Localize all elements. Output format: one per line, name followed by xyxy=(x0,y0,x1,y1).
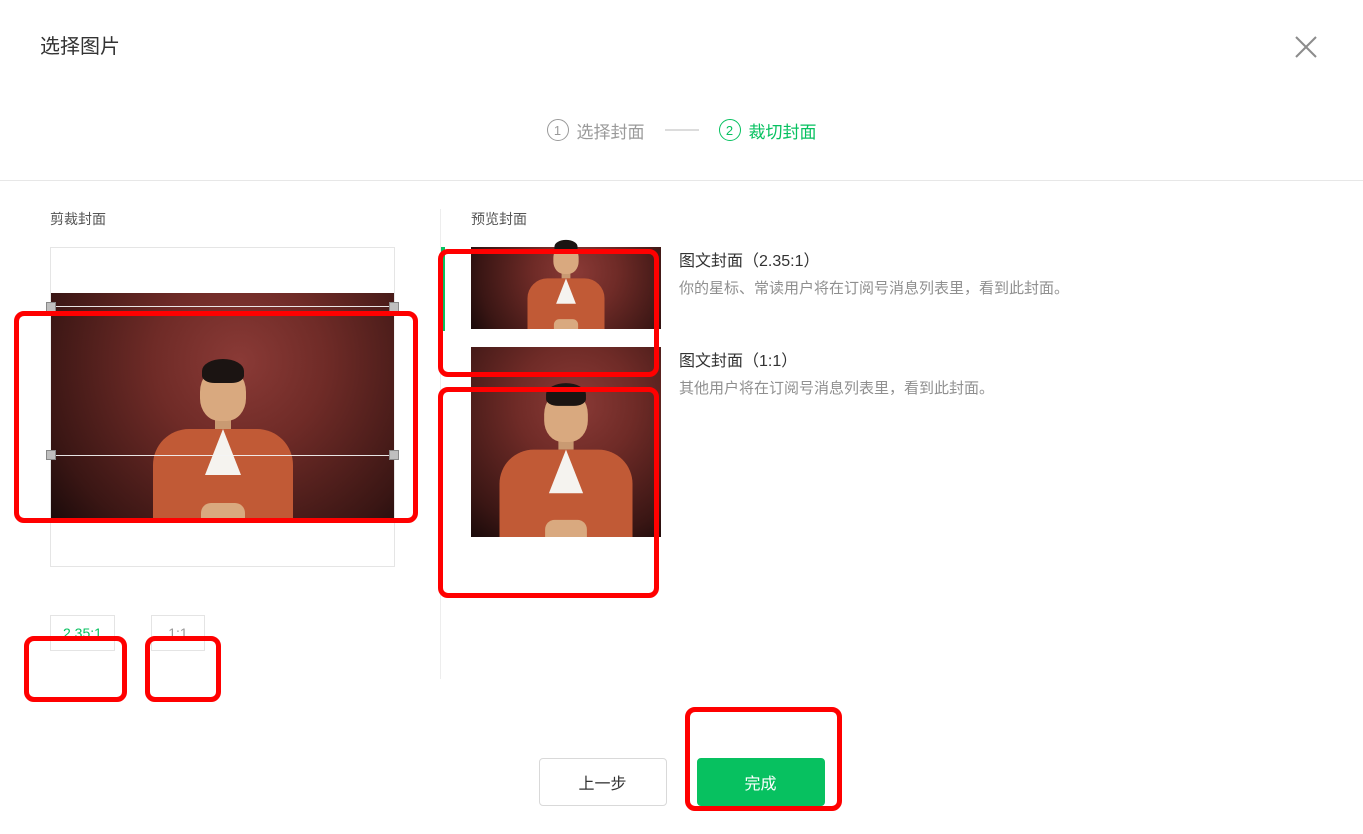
step-1-label: 选择封面 xyxy=(577,118,645,143)
preview-desc-11: 其他用户将在订阅号消息列表里，看到此封面。 xyxy=(679,377,994,398)
preview-thumb-11 xyxy=(471,347,661,537)
crop-handle-bottom-right[interactable] xyxy=(389,450,399,460)
crop-handle-top-left[interactable] xyxy=(46,302,56,312)
crop-image[interactable] xyxy=(51,293,394,521)
wizard-stepper: 1 选择封面 2 裁切封面 xyxy=(0,80,1363,180)
crop-selection[interactable] xyxy=(51,307,394,455)
ratio-235-button[interactable]: 2.35:1 xyxy=(50,615,115,651)
step-1-num: 1 xyxy=(547,119,569,141)
crop-handle-bottom-left[interactable] xyxy=(46,450,56,460)
crop-handle-top-right[interactable] xyxy=(389,302,399,312)
close-button[interactable] xyxy=(1293,34,1319,60)
preview-heading: 预览封面 xyxy=(471,209,527,229)
crop-frame xyxy=(50,247,395,567)
step-2-label: 裁切封面 xyxy=(749,118,817,143)
step-2[interactable]: 2 裁切封面 xyxy=(719,118,817,143)
preview-title-235: 图文封面（2.35:1） xyxy=(679,247,1069,271)
step-1[interactable]: 1 选择封面 xyxy=(547,118,645,143)
step-divider xyxy=(665,129,699,131)
prev-button[interactable]: 上一步 xyxy=(539,758,667,806)
preview-desc-235: 你的星标、常读用户将在订阅号消息列表里，看到此封面。 xyxy=(679,277,1069,298)
crop-heading: 剪裁封面 xyxy=(50,209,430,229)
ratio-11-button[interactable]: 1:1 xyxy=(151,615,205,651)
close-icon xyxy=(1293,34,1319,60)
preview-title-11: 图文封面（1:1） xyxy=(679,347,994,371)
preview-row-11[interactable]: 图文封面（1:1） 其他用户将在订阅号消息列表里，看到此封面。 xyxy=(441,347,1323,537)
preview-selected-indicator xyxy=(441,247,445,331)
preview-thumb-235 xyxy=(471,247,661,329)
step-2-num: 2 xyxy=(719,119,741,141)
preview-row-235[interactable]: 图文封面（2.35:1） 你的星标、常读用户将在订阅号消息列表里，看到此封面。 xyxy=(441,247,1323,329)
done-button[interactable]: 完成 xyxy=(697,758,825,806)
dialog-title: 选择图片 xyxy=(40,30,1323,59)
